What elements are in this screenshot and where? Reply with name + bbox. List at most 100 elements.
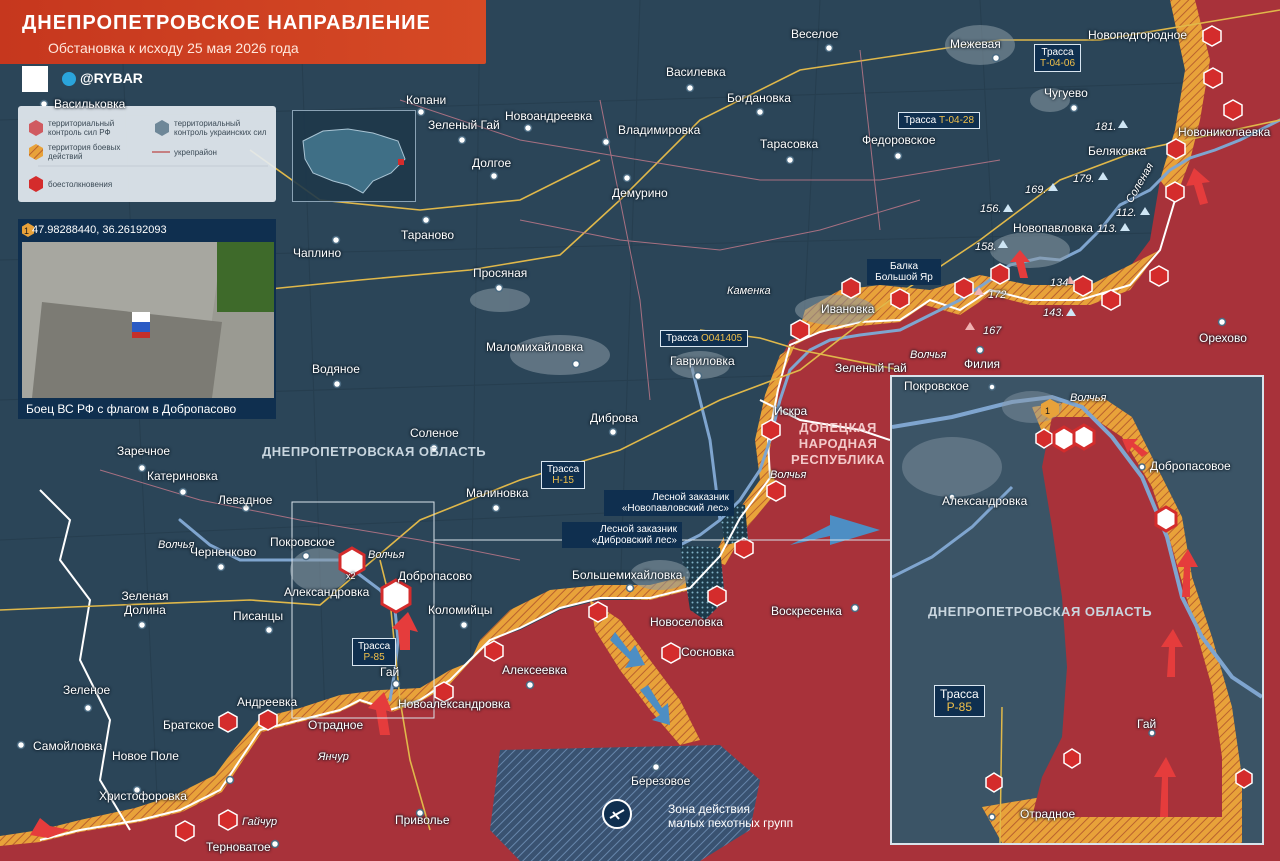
settlement-veseloe: Веселое	[791, 27, 839, 41]
ua-control-swatch	[155, 120, 169, 136]
title-panel: ДНЕПРОПЕТРОВСКОЕ НАПРАВЛЕНИЕ Обстановка …	[0, 0, 486, 64]
highway-label: Трасса	[1041, 47, 1074, 58]
river-volchya-center: Волчья	[368, 549, 405, 561]
settlement-andreevka: Андреевка	[237, 695, 298, 709]
legend-ua-control: территориальный контроль украинских сил	[174, 119, 267, 137]
settlement-dolgoe: Долгое	[472, 156, 512, 170]
legend-fortified-area: укрепрайон	[174, 148, 217, 157]
legend-combat-zone: территория боевых действий	[48, 143, 121, 161]
brand-label[interactable]: @RYBAR	[80, 70, 143, 86]
highway-number: Т-04-06	[1040, 58, 1076, 69]
settlement-malomikhailovka: Маломихайловка	[486, 340, 584, 354]
infantry-zone-label: Зона действия малых пехотных групп	[668, 802, 793, 830]
settlement-chernenkovo: Черненково	[190, 545, 257, 559]
settlement-orehovo: Орехово	[1199, 331, 1247, 345]
settlement-zelenoe: Зеленое	[63, 683, 111, 697]
highway-number: Р-85	[946, 700, 973, 714]
settlement-alekseevka: Алексеевка	[502, 663, 567, 677]
page-subtitle: Обстановка к исходу 25 мая 2026 года	[48, 40, 299, 56]
river-volchya-west: Волчья	[158, 539, 195, 551]
river-volchya-east: Волчья	[910, 349, 947, 361]
settlement-novonikolaevka: Новониколаевка	[1178, 125, 1271, 139]
highway-t0406: Трасса Т-04-06	[1034, 44, 1082, 72]
settlement-solenoe: Соленое	[410, 426, 459, 440]
inset-river-volchya: Волчья	[1070, 392, 1107, 404]
height-134: 134	[1050, 277, 1069, 289]
infantry-zone-line2: малых пехотных групп	[668, 816, 794, 830]
settlement-novopavlovka: Новопавловка	[1013, 221, 1093, 235]
inset-gai: Гай	[1137, 717, 1157, 731]
settlement-kopani: Копани	[406, 93, 447, 107]
settlement-novopodgorodnoe: Новоподгородное	[1088, 28, 1188, 42]
settlement-katerinovka: Катериновка	[147, 469, 218, 483]
settlement-ivanovka: Ивановка	[821, 302, 875, 316]
settlement-bratskoe: Братское	[163, 718, 215, 732]
height-169: 169.	[1025, 184, 1047, 196]
settlement-berezovoe: Березовое	[631, 774, 691, 788]
settlement-novoaleksandrovka: Новоалександровка	[398, 697, 511, 711]
highway-number: Т-04-28	[939, 115, 975, 126]
ru-control-swatch	[29, 120, 43, 136]
settlement-gai: Гай	[380, 665, 400, 679]
settlement-novoselovka: Новоселовка	[650, 615, 723, 629]
settlement-novoandreevka: Новоандреевка	[505, 109, 593, 123]
height-112: 112.	[1116, 207, 1137, 219]
height-158: 158.	[975, 241, 997, 253]
highway-o041405: Трасса О041405	[660, 330, 749, 347]
settlement-chugueve: Чугуево	[1044, 86, 1088, 100]
map-stage: ДНЕПРОПЕТРОВСКОЕ НАПРАВЛЕНИЕ Обстановка …	[0, 0, 1280, 861]
height-167: 167	[983, 325, 1002, 337]
settlement-zelenaya-dolina: Зеленая Долина	[121, 589, 169, 617]
photo-badge-number: 1	[24, 226, 30, 236]
settlement-tarasovka: Тарасовка	[760, 137, 819, 151]
height-172: 172	[988, 289, 1007, 301]
ukraine-minimap	[292, 110, 416, 202]
settlement-filiya: Филия	[964, 357, 1001, 371]
settlement-demurino: Демурино	[612, 186, 668, 200]
highway-label: Трасса	[358, 641, 391, 652]
telegram-icon[interactable]	[62, 72, 76, 86]
clash-multiplier: x2	[346, 571, 356, 581]
settlement-mezhevaya: Межевая	[950, 37, 1001, 51]
highway-number: Н-15	[552, 475, 574, 486]
highway-p85: Трасса Р-85	[352, 638, 397, 666]
region-dnepropetrovsk: ДНЕПРОПЕТРОВСКАЯ ОБЛАСТЬ	[262, 444, 487, 459]
brand-row: @RYBAR	[22, 64, 272, 94]
infantry-zone-line1: Зона действия	[668, 802, 751, 816]
qr-code-icon[interactable]	[22, 66, 48, 92]
inset-dobropasovoe: Добропасовое	[1150, 459, 1231, 473]
settlement-prosyanaya: Просяная	[473, 266, 528, 280]
highway-label: Трасса	[940, 687, 979, 701]
settlement-fedorovskoe: Федоровское	[862, 133, 936, 147]
river-kamenka: Каменка	[727, 285, 771, 297]
legend-clashes: боестолкновения	[48, 180, 113, 189]
highway-label: Трасса	[904, 115, 937, 126]
photo-image[interactable]	[22, 242, 274, 398]
minimap-shape	[302, 128, 406, 194]
legend-ru-control: территориальный контроль сил РФ	[48, 119, 115, 137]
inset-pokrovskoe: Покровское	[904, 379, 969, 393]
settlement-dibrova: Диброва	[590, 411, 638, 425]
photo-coordinates: 47.98288440, 36.26192093	[32, 224, 167, 236]
highway-h15: Трасса Н-15	[541, 461, 586, 489]
settlement-chaplino: Чаплино	[293, 246, 342, 260]
infantry-icon	[602, 799, 632, 829]
settlement-vasilkovka: Васильковка	[54, 97, 126, 111]
river-volchya-south: Волчья	[770, 469, 807, 481]
region-dnr: ДОНЕЦКАЯ НАРОДНАЯ РЕСПУБЛИКА	[791, 420, 885, 467]
settlement-voskresenka: Воскресенка	[771, 604, 842, 618]
settlement-zeleny-gai-north: Зеленый Гай	[428, 118, 500, 132]
tag-forest-dibrovsky: Лесной заказник «Дибровский лес»	[562, 522, 682, 548]
legend-panel: территориальный контроль сил РФ территор…	[18, 106, 276, 202]
inset-panel: Покровское 1 Волчья Добропасовое Алексан…	[890, 375, 1264, 845]
photo-scene	[22, 242, 274, 398]
tag-forest-novopavlovsky: Лесной заказник «Новопавловский лес»	[604, 490, 734, 516]
settlement-kolomiytsy: Коломийцы	[428, 603, 493, 617]
settlement-pokrovskoe: Покровское	[270, 535, 335, 549]
settlement-zarechnoe: Заречное	[117, 444, 171, 458]
inset-otradnoe: Отрадное	[1020, 807, 1076, 821]
settlement-privolie: Приволье	[395, 813, 450, 827]
combat-swatch	[29, 144, 43, 160]
settlement-taranovo: Тараново	[401, 228, 455, 242]
height-181: 181.	[1095, 121, 1117, 133]
